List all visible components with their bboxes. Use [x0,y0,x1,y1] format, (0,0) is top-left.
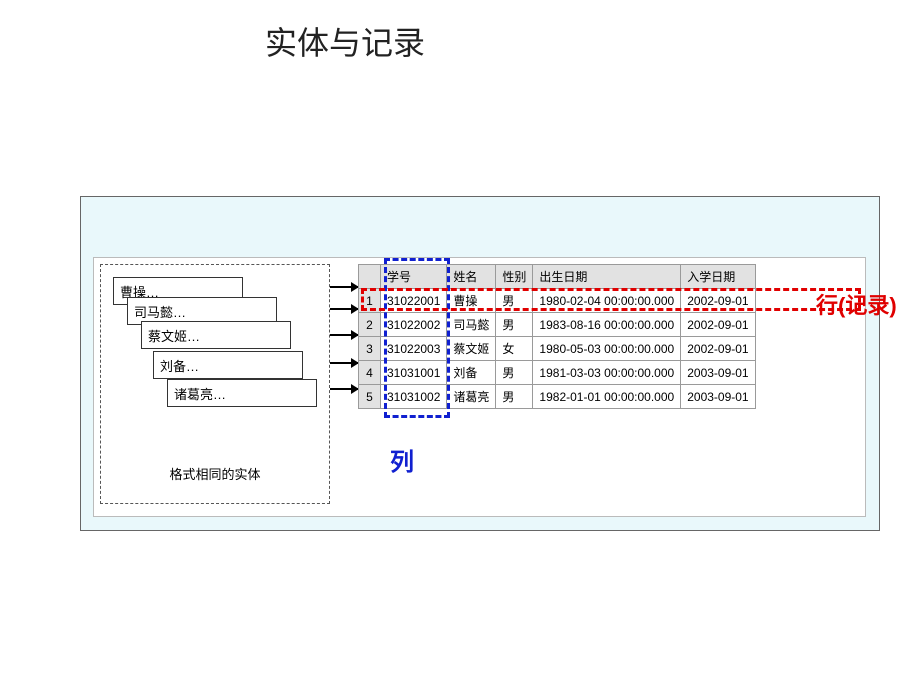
cell-id: 31022001 [381,289,447,313]
col-header-birth: 出生日期 [533,265,681,289]
col-header-enroll: 入学日期 [681,265,755,289]
column-label: 列 [390,442,414,477]
cell-id: 31031002 [381,385,447,409]
entity-caption: 格式相同的实体 [101,464,329,483]
row-number: 5 [359,385,381,409]
cell-sex: 女 [496,337,533,361]
cell-birth: 1980-05-03 00:00:00.000 [533,337,681,361]
mapping-arrows [330,268,360,418]
row-label: 行(记录) [816,288,897,320]
cell-name: 刘备 [447,361,496,385]
arrow-icon [330,362,358,364]
row-number: 2 [359,313,381,337]
col-header-sex: 性别 [496,265,533,289]
cell-sex: 男 [496,289,533,313]
cell-id: 31031001 [381,361,447,385]
entity-group: 曹操… 司马懿… 蔡文姬… 刘备… 诸葛亮… 格式相同的实体 [100,264,330,504]
cell-birth: 1981-03-03 00:00:00.000 [533,361,681,385]
entity-card: 刘备… [153,351,303,379]
cell-name: 诸葛亮 [447,385,496,409]
table-corner [359,265,381,289]
cell-enroll: 2002-09-01 [681,313,755,337]
table-row: 5 31031002 诸葛亮 男 1982-01-01 00:00:00.000… [359,385,756,409]
diagram-inner: 曹操… 司马懿… 蔡文姬… 刘备… 诸葛亮… 格式相同的实体 学号 姓名 性别 … [93,257,866,517]
arrow-icon [330,388,358,390]
arrow-icon [330,308,358,310]
entity-card: 诸葛亮… [167,379,317,407]
cell-name: 司马懿 [447,313,496,337]
cell-name: 蔡文姬 [447,337,496,361]
cell-enroll: 2002-09-01 [681,289,755,313]
row-number: 3 [359,337,381,361]
cell-birth: 1982-01-01 00:00:00.000 [533,385,681,409]
cell-enroll: 2003-09-01 [681,361,755,385]
cell-birth: 1983-08-16 00:00:00.000 [533,313,681,337]
diagram-panel: 曹操… 司马懿… 蔡文姬… 刘备… 诸葛亮… 格式相同的实体 学号 姓名 性别 … [80,196,880,531]
arrow-icon [330,334,358,336]
page-title: 实体与记录 [265,18,425,64]
arrow-icon [330,286,358,288]
table-row: 3 31022003 蔡文姬 女 1980-05-03 00:00:00.000… [359,337,756,361]
cell-birth: 1980-02-04 00:00:00.000 [533,289,681,313]
table-row: 4 31031001 刘备 男 1981-03-03 00:00:00.000 … [359,361,756,385]
table-row: 2 31022002 司马懿 男 1983-08-16 00:00:00.000… [359,313,756,337]
cell-name: 曹操 [447,289,496,313]
table-header-row: 学号 姓名 性别 出生日期 入学日期 [359,265,756,289]
cell-enroll: 2003-09-01 [681,385,755,409]
cell-id: 31022002 [381,313,447,337]
records-table: 学号 姓名 性别 出生日期 入学日期 1 31022001 曹操 男 1980-… [358,264,756,409]
table-row: 1 31022001 曹操 男 1980-02-04 00:00:00.000 … [359,289,756,313]
entity-card: 蔡文姬… [141,321,291,349]
row-number: 4 [359,361,381,385]
col-header-name: 姓名 [447,265,496,289]
col-header-id: 学号 [381,265,447,289]
cell-sex: 男 [496,385,533,409]
cell-sex: 男 [496,313,533,337]
row-number: 1 [359,289,381,313]
cell-sex: 男 [496,361,533,385]
cell-id: 31022003 [381,337,447,361]
cell-enroll: 2002-09-01 [681,337,755,361]
